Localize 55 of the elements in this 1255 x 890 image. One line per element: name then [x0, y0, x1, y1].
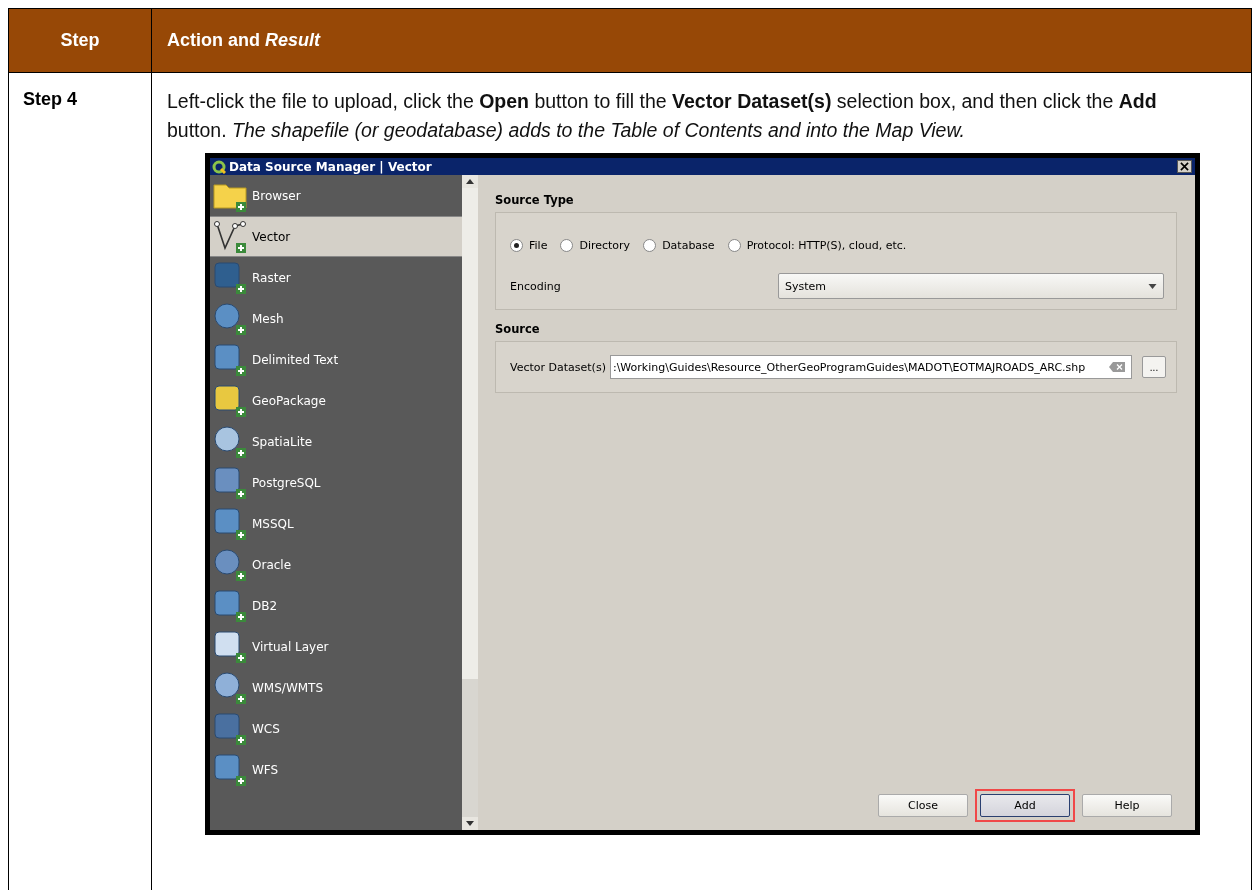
sidebar-item[interactable]: WCS	[210, 708, 462, 749]
scrollbar[interactable]	[462, 175, 478, 830]
data-source-icon	[213, 219, 247, 254]
data-source-icon	[213, 383, 247, 418]
browse-button[interactable]: ...	[1142, 356, 1166, 378]
sidebar-item[interactable]: Browser	[210, 175, 462, 216]
sidebar-item[interactable]: Vector	[210, 216, 462, 257]
column-header: Step	[9, 9, 152, 72]
step-label: Step 4	[23, 89, 78, 109]
section-heading: Source Type	[495, 193, 575, 207]
window-title: Data Source Manager | Vector	[229, 159, 432, 174]
sidebar-item[interactable]: Delimited Text	[210, 339, 462, 380]
encoding-dropdown[interactable]: System	[778, 273, 1164, 299]
sidebar-item[interactable]: Mesh	[210, 298, 462, 339]
data-source-icon	[213, 547, 247, 582]
clear-icon[interactable]	[1109, 362, 1125, 372]
data-source-icon	[213, 588, 247, 623]
data-source-icon	[213, 424, 247, 459]
dataset-path-field[interactable]: :\Working\Guides\Resource_OtherGeoProgramGuides\MADOT\EOTMAJROADS_ARC.shp	[609, 355, 1132, 379]
dialog-button[interactable]: Add	[980, 794, 1070, 817]
data-source-icon	[213, 260, 247, 295]
caret-icon	[1148, 283, 1157, 289]
sidebar-item[interactable]: Virtual Layer	[210, 626, 462, 667]
instruction-text: Left-click the file to upload, click the Open button to fill the Vector Dataset(s) selection box, and then click the Add button. The shapefile (or geodatabase) adds to the Table of Contents and into the Map View.	[167, 89, 1158, 143]
scroll-up-icon[interactable]	[466, 179, 474, 184]
sidebar-item[interactable]: WMS/WMTS	[210, 667, 462, 708]
dialog-button[interactable]: Close	[878, 794, 968, 817]
sidebar-item[interactable]: Oracle	[210, 544, 462, 585]
data-source-icon	[213, 342, 247, 377]
radio-option[interactable]: Database	[643, 239, 715, 252]
radio-option[interactable]: Directory	[560, 239, 631, 252]
data-source-icon	[213, 752, 247, 787]
data-source-icon	[213, 629, 247, 664]
dialog-button[interactable]: Help	[1082, 794, 1172, 817]
radio-option[interactable]: Protocol: HTTP(S), cloud, etc.	[727, 239, 907, 252]
section-heading: Source	[495, 322, 541, 336]
sidebar-item[interactable]: Raster	[210, 257, 462, 298]
data-source-icon	[213, 711, 247, 746]
column-header: Action and Result	[166, 29, 320, 52]
scroll-down-icon[interactable]	[466, 821, 474, 826]
sidebar-item[interactable]: WFS	[210, 749, 462, 790]
data-source-icon	[213, 670, 247, 705]
sidebar-item[interactable]: MSSQL	[210, 503, 462, 544]
data-source-icon	[213, 506, 247, 541]
sidebar-item[interactable]: DB2	[210, 585, 462, 626]
sidebar-item[interactable]: SpatiaLite	[210, 421, 462, 462]
field-label: Encoding	[510, 279, 562, 293]
field-label: Vector Dataset(s)	[510, 360, 606, 374]
data-source-icon	[213, 465, 247, 500]
sidebar-item[interactable]: PostgreSQL	[210, 462, 462, 503]
sidebar-item[interactable]: GeoPackage	[210, 380, 462, 421]
data-source-icon	[213, 301, 247, 336]
radio-option[interactable]: File	[510, 239, 548, 252]
close-icon[interactable]	[1177, 160, 1192, 173]
app-logo-icon	[212, 159, 226, 174]
